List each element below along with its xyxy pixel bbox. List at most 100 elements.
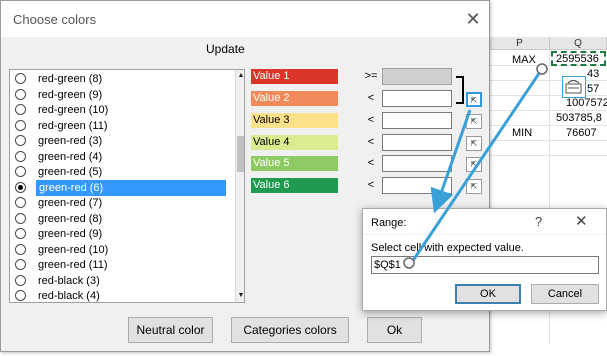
dialog-title-bar[interactable]: Choose colors ✕: [1, 1, 489, 37]
palette-item-label: green-red (9): [38, 228, 103, 240]
range-picker-floating-icon: [562, 76, 586, 98]
palette-item-label: green-red (6): [36, 179, 226, 196]
list-scrollbar[interactable]: ▲ ▼: [235, 70, 244, 302]
radio-button[interactable]: [15, 150, 26, 162]
range-ok-button[interactable]: OK: [455, 284, 521, 304]
categories-colors-button[interactable]: Categories colors: [231, 317, 349, 343]
palette-item-label: red-green (11): [38, 119, 108, 132]
palette-list-item[interactable]: green-red (6): [10, 179, 228, 196]
radio-button[interactable]: [15, 228, 26, 239]
value-color-swatch[interactable]: Value 2: [251, 91, 338, 106]
close-icon[interactable]: ✕: [575, 212, 588, 230]
palette-item-label: red-green (8): [38, 73, 103, 85]
ok-button[interactable]: Ok: [367, 317, 422, 343]
update-label: Update: [206, 42, 245, 56]
palette-list-item[interactable]: green-red (7): [10, 195, 228, 211]
radio-button[interactable]: [15, 212, 26, 224]
cell-q1[interactable]: 2595536: [556, 53, 599, 66]
value-color-swatch[interactable]: Value 1: [251, 69, 338, 84]
radio-button[interactable]: [15, 166, 26, 177]
range-select-button-icon[interactable]: ⇱: [466, 157, 482, 172]
palette-list-item[interactable]: green-red (11): [10, 257, 228, 273]
radio-button[interactable]: [15, 104, 26, 115]
cell-q2[interactable]: 43: [587, 68, 599, 81]
threshold-input[interactable]: [382, 155, 452, 172]
scroll-thumb[interactable]: [237, 136, 244, 172]
value-color-swatch[interactable]: Value 6: [251, 178, 338, 193]
value-color-swatch[interactable]: Value 4: [251, 135, 338, 150]
palette-listbox[interactable]: red-green (8) red-green (9) red-green (10)…: [9, 69, 245, 303]
range-cancel-button[interactable]: Cancel: [531, 284, 599, 304]
radio-button[interactable]: [15, 88, 26, 100]
scroll-down-arrow-icon[interactable]: ▼: [236, 290, 244, 302]
radio-button[interactable]: [15, 243, 26, 255]
range-select-button-icon[interactable]: ⇱: [466, 179, 482, 194]
range-dialog: Range: ? ✕ Select cell with expected val…: [362, 208, 607, 311]
palette-list-item[interactable]: green-red (9): [10, 226, 228, 242]
range-bracket: [456, 76, 464, 104]
cell-q5[interactable]: 503785,8: [556, 112, 602, 125]
palette-list-item[interactable]: red-green (10): [10, 102, 228, 118]
range-dialog-title: Range:: [371, 217, 407, 229]
palette-list-item[interactable]: red-black (4): [10, 288, 228, 302]
title-divider: [363, 234, 606, 235]
palette-item-label: green-red (4): [38, 150, 103, 163]
range-prompt: Select cell with expected value.: [371, 242, 524, 254]
palette-item-label: green-red (5): [38, 166, 103, 178]
cell-q3[interactable]: 57: [587, 83, 599, 96]
range-select-button-icon[interactable]: ⇱: [466, 92, 482, 107]
palette-list-item[interactable]: green-red (8): [10, 211, 228, 227]
palette-item-label: green-red (11): [38, 259, 108, 271]
palette-list-item[interactable]: green-red (5): [10, 164, 228, 180]
palette-item-label: red-green (10): [38, 104, 109, 116]
neutral-color-button[interactable]: Neutral color: [128, 317, 213, 343]
palette-list-item[interactable]: green-red (3): [10, 133, 228, 149]
comparison-operator: <: [367, 136, 375, 148]
value-color-swatch[interactable]: Value 3: [251, 113, 338, 128]
radio-button[interactable]: [15, 119, 26, 131]
palette-item-label: red-green (9): [38, 88, 103, 101]
cell-q6[interactable]: 76607: [566, 127, 597, 140]
palette-item-label: green-red (10): [38, 243, 109, 256]
palette-list-item[interactable]: red-green (8): [10, 71, 228, 87]
palette-list-item[interactable]: red-green (11): [10, 118, 228, 134]
radio-button[interactable]: [15, 197, 26, 208]
palette-item-label: green-red (3): [38, 135, 103, 147]
comparison-operator: <: [367, 92, 375, 104]
help-icon[interactable]: ?: [535, 214, 542, 229]
range-select-button-icon[interactable]: ⇱: [466, 136, 482, 151]
palette-item-label: red-black (4): [38, 290, 100, 302]
value-color-swatch[interactable]: Value 5: [251, 156, 338, 171]
threshold-input: [382, 68, 452, 85]
grid-line: [490, 125, 607, 126]
range-select-button-icon[interactable]: ⇱: [466, 114, 482, 129]
comparison-operator: <: [367, 114, 375, 126]
palette-list-item[interactable]: green-red (10): [10, 242, 228, 258]
radio-button[interactable]: [15, 290, 26, 301]
radio-button[interactable]: [15, 259, 26, 270]
column-header-q[interactable]: Q: [550, 37, 607, 50]
scroll-up-arrow-icon[interactable]: ▲: [236, 70, 244, 82]
palette-list-item[interactable]: green-red (4): [10, 149, 228, 165]
comparison-operator: <: [367, 157, 375, 169]
radio-button[interactable]: [15, 73, 26, 84]
palette-list-item[interactable]: red-green (9): [10, 87, 228, 103]
palette-list-item[interactable]: red-black (3): [10, 273, 228, 289]
column-header-p[interactable]: P: [490, 37, 550, 50]
range-input[interactable]: $Q$1: [371, 256, 599, 274]
radio-button[interactable]: [15, 274, 26, 286]
comparison-operator: <: [367, 179, 375, 191]
dialog-title: Choose colors: [13, 12, 97, 27]
palette-item-label: green-red (7): [38, 197, 103, 209]
max-label: MAX: [512, 54, 536, 66]
threshold-input[interactable]: [382, 177, 452, 194]
palette-item-label: red-black (3): [38, 274, 100, 287]
radio-button[interactable]: [15, 135, 26, 146]
threshold-input[interactable]: [382, 90, 452, 107]
grid-line: [490, 140, 607, 141]
grid-line: [490, 110, 607, 111]
threshold-input[interactable]: [382, 134, 452, 151]
radio-button[interactable]: [15, 181, 26, 193]
close-icon[interactable]: ✕: [463, 9, 483, 29]
threshold-input[interactable]: [382, 112, 452, 129]
